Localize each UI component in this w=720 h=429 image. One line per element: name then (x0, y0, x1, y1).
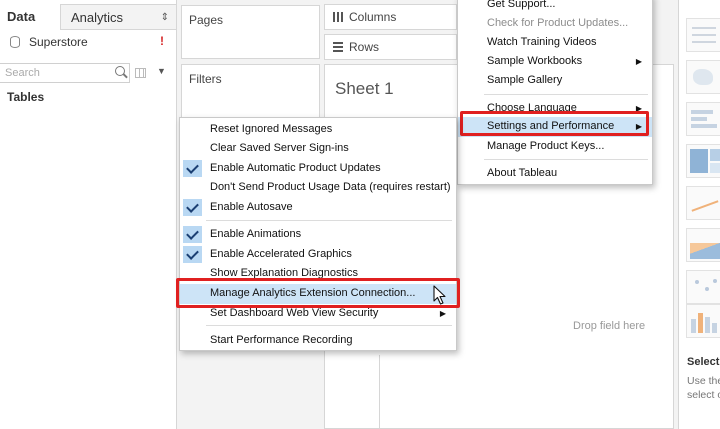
search-icon[interactable] (115, 66, 125, 76)
datasource-item[interactable]: Superstore ! (10, 33, 170, 51)
submenu-item-label: Start Performance Recording (210, 334, 353, 346)
menu-item-manage-product-keys[interactable]: Manage Product Keys... (458, 137, 652, 156)
chart-thumb-area-icon[interactable] (686, 228, 720, 262)
submenu-item-accelerated-graphics[interactable]: Enable Accelerated Graphics (180, 245, 456, 264)
submenu-item-label: Don't Send Product Usage Data (requires … (210, 181, 451, 193)
data-pane-tabs: Data Analytics ⇕ (0, 4, 177, 30)
chart-thumb-histogram-icon[interactable] (686, 304, 720, 338)
menu-item-get-support[interactable]: Get Support... (458, 0, 652, 14)
submenu-item-auto-updates[interactable]: Enable Automatic Product Updates (180, 159, 456, 178)
tab-analytics[interactable]: Analytics ⇕ (60, 4, 177, 30)
drop-field-hint: Drop field here (573, 320, 646, 332)
checkmark-icon (183, 246, 202, 263)
pages-card-title: Pages (189, 13, 224, 27)
submenu-item-label: Clear Saved Server Sign-ins (210, 142, 349, 154)
pane-menu-chevron-down-icon[interactable]: ▼ (157, 66, 166, 76)
menu-item-about-tableau[interactable]: About Tableau (458, 164, 652, 183)
show-me-hint-line1: Use the (687, 375, 720, 387)
search-input[interactable]: Search (0, 63, 130, 83)
data-pane: Data Analytics ⇕ Superstore ! Search ▼ T… (0, 0, 177, 429)
filters-card-title: Filters (189, 72, 222, 86)
settings-submenu: Reset Ignored Messages Clear Saved Serve… (179, 117, 457, 351)
menu-item-sample-workbooks[interactable]: Sample Workbooks ▶ (458, 52, 652, 71)
rows-shelf-label: Rows (333, 40, 379, 54)
menu-item-sample-gallery[interactable]: Sample Gallery (458, 71, 652, 90)
chart-thumb-scatter-icon[interactable] (686, 270, 720, 304)
mouse-cursor-icon (433, 285, 446, 305)
checkmark-icon (183, 160, 202, 177)
datasource-name: Superstore (29, 35, 88, 49)
submenu-item-label: Enable Accelerated Graphics (210, 248, 352, 260)
pages-card[interactable]: Pages (181, 5, 320, 59)
highlight-box-settings (460, 111, 649, 136)
menu-separator (206, 220, 452, 221)
columns-shelf-label: Columns (333, 10, 396, 24)
help-menu: Get Support... Check for Product Updates… (457, 0, 653, 185)
tab-chevron-icon: ⇕ (160, 12, 169, 23)
menu-separator (484, 159, 648, 160)
menu-item-label: Sample Gallery (487, 74, 563, 86)
menu-item-label: Manage Product Keys... (487, 140, 605, 152)
menu-item-training-videos[interactable]: Watch Training Videos (458, 33, 652, 52)
submenu-item-label: Enable Automatic Product Updates (210, 162, 381, 174)
columns-label: Columns (349, 10, 397, 24)
chart-thumb-text-table-icon[interactable] (686, 18, 720, 52)
submenu-item-reset-ignored[interactable]: Reset Ignored Messages (180, 120, 456, 139)
submenu-item-label: Reset Ignored Messages (210, 123, 333, 135)
chart-thumb-map-icon[interactable] (686, 60, 720, 94)
submenu-item-autosave[interactable]: Enable Autosave (180, 198, 456, 217)
submenu-item-performance-recording[interactable]: Start Performance Recording (180, 331, 456, 350)
database-icon (10, 36, 20, 48)
search-placeholder: Search (5, 67, 40, 79)
submenu-item-label: Enable Autosave (210, 201, 293, 213)
checkmark-icon (183, 226, 202, 243)
show-me-select-heading: Select (687, 356, 720, 368)
menu-item-label: Check for Product Updates... (487, 17, 629, 29)
tables-heading: Tables (7, 90, 45, 104)
chart-thumb-treemap-icon[interactable] (686, 144, 720, 178)
warning-icon: ! (160, 34, 164, 48)
menu-item-check-updates: Check for Product Updates... (458, 14, 652, 33)
menu-item-label: Sample Workbooks (487, 55, 583, 67)
submenu-item-animations[interactable]: Enable Animations (180, 225, 456, 244)
menu-item-label: About Tableau (487, 167, 558, 179)
sheet-title: Sheet 1 (335, 79, 394, 98)
tab-analytics-label: Analytics (71, 10, 124, 25)
chart-thumb-bar-icon[interactable] (686, 102, 720, 136)
menu-item-label: Watch Training Videos (487, 36, 597, 48)
rows-label: Rows (349, 40, 380, 54)
view-toggle-icon[interactable] (135, 68, 146, 78)
highlight-box-analytics-extension (176, 278, 460, 308)
filters-card[interactable]: Filters (181, 64, 320, 124)
submenu-item-clear-signins[interactable]: Clear Saved Server Sign-ins (180, 139, 456, 158)
checkmark-icon (183, 199, 202, 216)
show-me-pane: Select Use the select o (678, 0, 720, 429)
rows-shelf[interactable]: Rows (324, 34, 457, 60)
show-me-hint-line2: select o (687, 389, 720, 401)
submenu-item-usage-data[interactable]: Don't Send Product Usage Data (requires … (180, 178, 456, 197)
columns-shelf[interactable]: Columns (324, 4, 457, 30)
menu-item-label: Get Support... (487, 0, 556, 10)
menu-separator (206, 325, 452, 326)
submenu-arrow-icon: ▶ (635, 57, 642, 66)
columns-icon (333, 12, 343, 22)
chart-thumb-line-icon[interactable] (686, 186, 720, 220)
rows-icon (333, 42, 343, 52)
tab-data[interactable]: Data (0, 4, 60, 30)
menu-separator (484, 94, 648, 95)
submenu-item-label: Enable Animations (210, 228, 302, 240)
sheet-divider (379, 355, 380, 429)
submenu-item-label: Set Dashboard Web View Security (210, 307, 379, 319)
